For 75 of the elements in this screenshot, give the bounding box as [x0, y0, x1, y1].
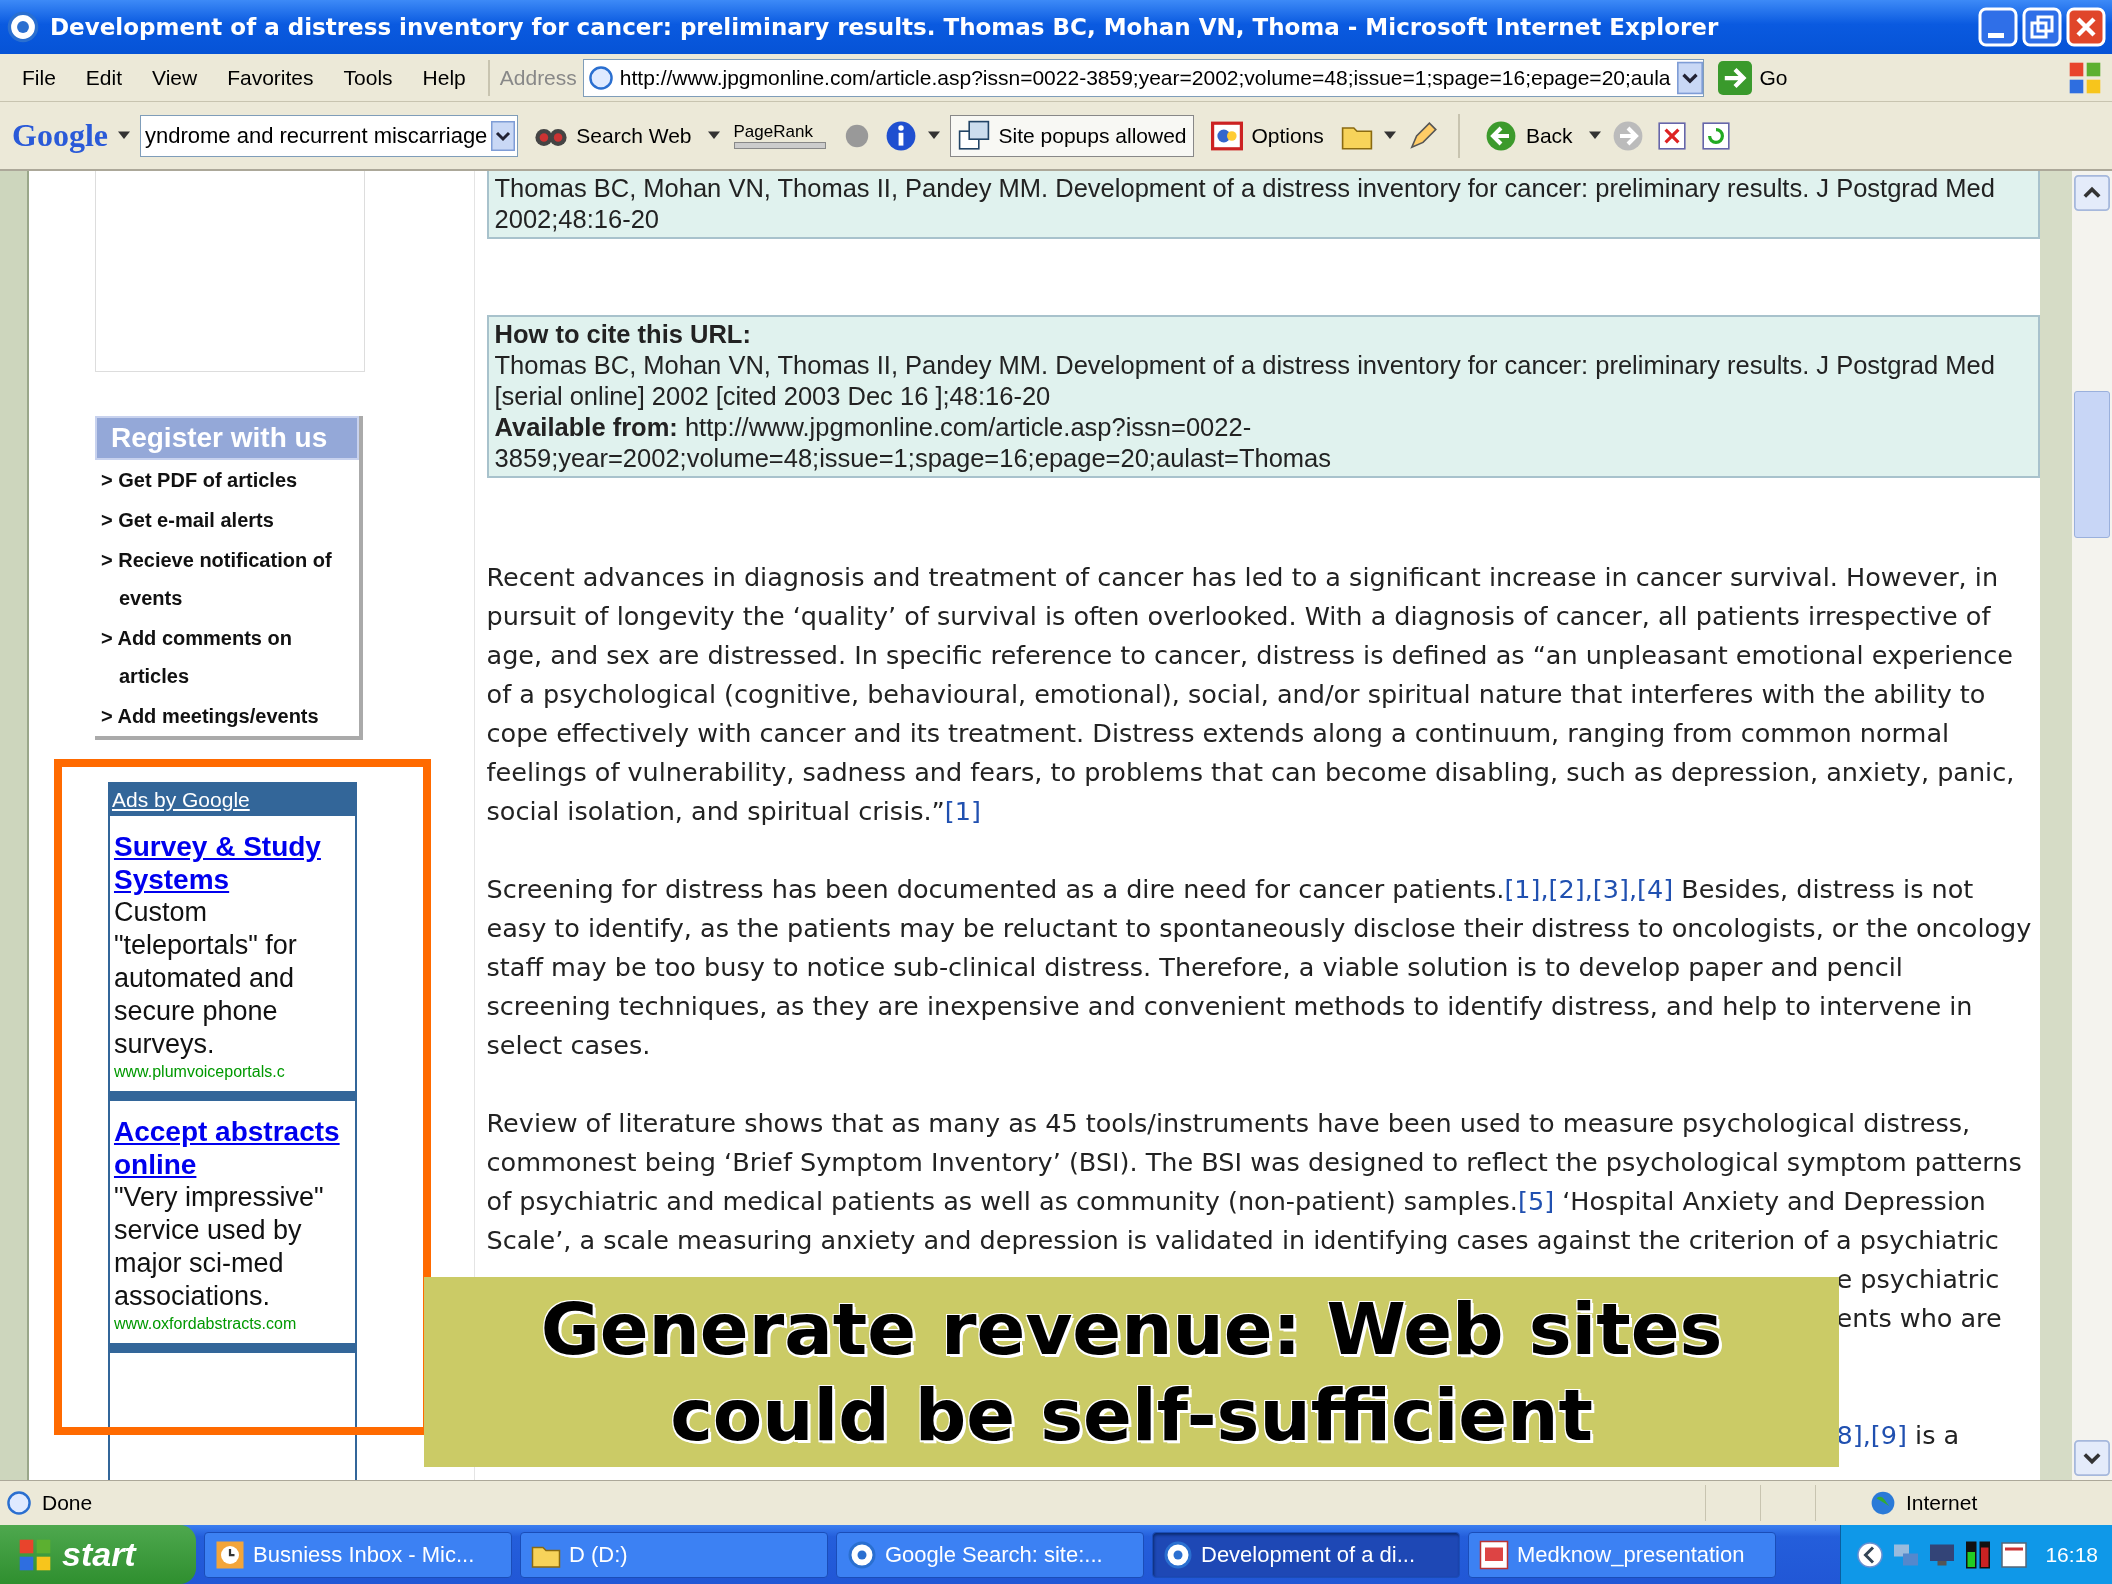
slides-icon [1479, 1539, 1509, 1570]
article-paragraph: Screening for distress has been documented as a dire need for cancer patients.[1],[2],[3],[4] Besides, distress is not easy to identify, as the patients may be reluctant to spontaneously disclose their distress to oncologists, or the oncology staff may be too busy to notice sub-clinical distress. Therefore, a viable solution is to develop paper and pencil screening techniques, as they are inexpensive and convenient methods to identify distress, and help to intervene in select cases. [486, 873, 2032, 1062]
restore-button[interactable] [2022, 7, 2062, 47]
vertical-scrollbar[interactable] [2072, 171, 2112, 1480]
scroll-up-icon[interactable] [2074, 175, 2110, 211]
go-button[interactable]: Go [1709, 60, 1796, 95]
sidebar-link[interactable]: > Get e-mail alerts [94, 500, 359, 540]
sidebar-link[interactable]: > Add comments on articles [94, 618, 359, 696]
zone-text: Internet [1906, 1491, 1979, 1515]
windows-logo-icon [2068, 60, 2102, 95]
address-label: Address [499, 65, 577, 90]
citation-text: Thomas BC, Mohan VN, Thomas II, Pandey MM. Development of a distress inventory for cancer: preliminary results. J Postgrad Med 2002;48:16-20 [494, 173, 1996, 235]
ad-text: "Very impressive" service used by major sci-med associations. [113, 1181, 325, 1313]
article-paragraph: Recent advances in diagnosis and treatment of cancer has led to a significant increase in cancer survival. However, in pursuit of longevity the ‘quality’ of survival is often overlooked. With a diagnosis of cancer, all patients irrespective of age, and sex are distressed. In specific reference to cancer, distress is defined as “an unpleasant emotional experience of a psychological (cognitive, behavioural, emotional), social, and/or spiritual nature that interferes with the ability to cope effectively with cancer and its treatment. Distress extends along a continuum, ranging from common normal feelings of vulnerability, sadness and fears, to problems that can become disabling, such as depression, anxiety, panic, social isolation, and spiritual crisis.”[1] [486, 561, 2016, 828]
ad-title-link[interactable]: Survey & Study Systems [113, 830, 351, 896]
caret-icon[interactable] [1383, 130, 1396, 141]
windows-icon [956, 119, 991, 152]
options-button[interactable]: Options [1203, 115, 1330, 156]
menu-item[interactable]: Help [410, 61, 478, 94]
taskbar-button[interactable]: D (D:) [520, 1531, 828, 1578]
pagerank-meter: PageRank [729, 122, 830, 149]
partial-text-line: 8],[9] is a [1836, 1420, 1960, 1450]
taskbar-button[interactable]: Development of a di... [1152, 1531, 1460, 1578]
taskbar-button[interactable]: Busniess Inbox - Mic... [204, 1531, 512, 1578]
popups-button[interactable]: Site popups allowed [949, 114, 1194, 157]
caret-icon[interactable] [118, 130, 130, 141]
taskbar-button[interactable]: Medknow_presentation [1468, 1531, 1776, 1578]
ads-by-google-link[interactable]: Ads by Google [111, 788, 250, 811]
reference-link[interactable]: 8],[9] [1836, 1420, 1907, 1450]
scroll-thumb[interactable] [2074, 391, 2110, 538]
window-title: Development of a distress inventory for cancer: preliminary results. Thomas BC, Mohan VN, Thoma - Microsoft Internet Explorer [50, 14, 1720, 40]
google-logo[interactable]: Google [12, 117, 108, 154]
start-button[interactable]: start [0, 1525, 196, 1584]
sidebar-link[interactable]: > Add meetings/events [94, 696, 359, 736]
document-icon[interactable] [1999, 1539, 2030, 1570]
ad-title-link[interactable]: Accept abstracts online [113, 1115, 351, 1181]
search-web-button[interactable]: Search Web [528, 115, 698, 156]
sidebar-link[interactable]: > Recieve notification of events [94, 540, 359, 618]
address-field[interactable]: http://www.jpgmonline.com/article.asp?issn=0022-3859;year=2002;volume=48;issue=1;spage=16;epage=20;aula [582, 58, 1704, 97]
browser-icon [1163, 1539, 1193, 1570]
ad-url[interactable]: www.plumvoiceportals.c [113, 1063, 351, 1081]
search-field[interactable]: yndrome and recurrent miscarriage [140, 114, 519, 157]
caret-icon[interactable] [927, 130, 940, 141]
reference-link[interactable]: [5] [1517, 1186, 1555, 1216]
ad-url[interactable]: www.oxfordabstracts.com [113, 1315, 351, 1333]
menu-item[interactable]: View [140, 61, 210, 94]
clock-text: 16:18 [2045, 1542, 2098, 1567]
browser-icon [847, 1539, 877, 1570]
menu-item[interactable]: File [10, 61, 68, 94]
clock-icon [215, 1539, 245, 1570]
citation-heading: How to cite this URL: [494, 319, 752, 350]
caret-icon[interactable] [1588, 130, 1601, 141]
citation-url: Available from: http://www.jpgmonline.com/article.asp?issn=0022-3859;year=2002;volume=48;issue=1;spage=16;epage=20;aulast=Thomas [494, 412, 1332, 474]
browser-icon [6, 10, 40, 44]
close-button[interactable] [2066, 7, 2106, 47]
partial-text-line: ents who are [1836, 1303, 2002, 1333]
caption-text: Generate revenue: Web sites could be self-sufficient [539, 1286, 1724, 1458]
globe-icon [1870, 1490, 1896, 1516]
ad-text: Custom "teleportals" for automated and secure phone surveys. [113, 896, 298, 1061]
sidebar-link[interactable]: > Get PDF of articles [94, 460, 359, 500]
chevron-icon[interactable] [1855, 1539, 1886, 1570]
panel-title: Register with us [94, 416, 359, 460]
menu-item[interactable]: Tools [331, 61, 405, 94]
reference-link[interactable]: [1] [944, 796, 981, 826]
status-text: Done [42, 1491, 93, 1515]
reference-link[interactable]: [1],[2],[3],[4] [1504, 874, 1674, 904]
caret-icon[interactable] [707, 130, 720, 141]
back-button[interactable]: Back [1477, 115, 1579, 156]
windows-logo-icon [18, 1537, 52, 1572]
minimize-button[interactable] [1978, 7, 2018, 47]
palette-icon [1209, 119, 1244, 152]
taskbar-button[interactable]: Google Search: site:... [836, 1531, 1144, 1578]
menu-item[interactable]: Favorites [215, 61, 326, 94]
scroll-down-icon[interactable] [2074, 1440, 2110, 1476]
menu-item[interactable]: Edit [73, 61, 135, 94]
